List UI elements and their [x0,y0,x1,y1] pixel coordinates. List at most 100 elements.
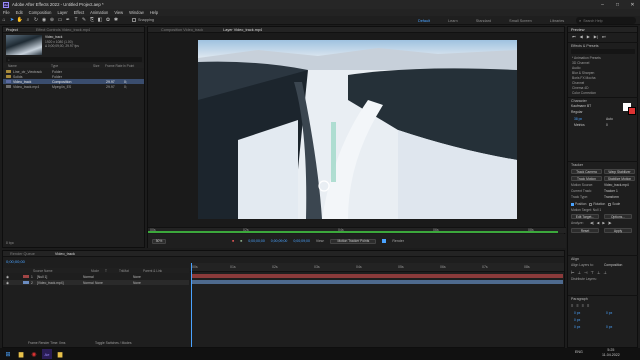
options-button[interactable]: Options... [604,214,632,219]
bit-depth[interactable]: 8 bpc [6,241,14,245]
work-area-bar[interactable] [148,231,558,233]
rotate-tool-icon[interactable]: ↻ [32,17,40,24]
effects-item[interactable]: Blur & Sharpen [572,71,594,75]
apply-button[interactable]: Apply [604,228,632,233]
effects-item[interactable]: 3D Channel [572,61,589,65]
puppet-tool-icon[interactable]: ✱ [112,17,120,24]
menu-composition[interactable]: Composition [29,10,52,15]
scale-checkbox[interactable] [608,202,612,206]
tab-render-queue[interactable]: Render Queue [10,252,35,256]
menu-layer[interactable]: Layer [57,10,67,15]
analyze-back-icon[interactable]: ◀| [590,221,594,225]
color-swatch-icon[interactable]: ■ [232,239,234,243]
menu-file[interactable]: File [3,10,10,15]
layer-bar-null[interactable] [191,274,563,278]
after-effects-taskbar-icon[interactable]: Ae [42,349,52,359]
table-row[interactable]: ◉ 2 [Video_track.mp4] Normal None None [3,280,189,285]
effects-item[interactable]: Color Correction [572,91,596,95]
effects-item[interactable]: Audio [572,66,580,70]
tracking[interactable]: 0 [606,123,608,127]
para-space-before[interactable]: 0 px [574,325,580,329]
visibility-icon[interactable]: ◉ [3,281,23,285]
eraser-tool-icon[interactable]: ◧ [96,17,104,24]
layer-trkmat[interactable]: None [95,281,119,285]
align-to-select[interactable]: Composition [604,263,622,267]
analyze-next-icon[interactable]: |▶ [608,221,612,225]
para-first-line[interactable]: 0 px [574,318,580,322]
prev-frame-icon[interactable]: ◀ [580,34,583,39]
col-name[interactable]: Name [3,64,51,68]
col-mode[interactable]: Mode [61,269,99,273]
close-icon[interactable]: ✕ [625,0,640,9]
col-parent[interactable]: Parent & Link [127,269,162,273]
layer-bar-video[interactable] [191,280,563,284]
para-indent-left[interactable]: 0 px [574,311,580,315]
tab-project[interactable]: Project [6,28,18,32]
align-vcenter-icon[interactable]: ⊥ [597,270,600,275]
next-frame-icon[interactable]: ▶| [594,34,598,39]
align-header[interactable]: Align [568,255,638,261]
timecode-in[interactable]: 0;00;00;00 [248,239,265,243]
layer-parent[interactable]: None [119,281,141,285]
para-indent-right[interactable]: 0 px [606,311,612,315]
reset-button[interactable]: Reset [571,228,599,233]
col-source-name[interactable]: Source Name [3,269,61,273]
layer-mode[interactable]: Normal [73,275,95,279]
timecode-out[interactable]: 0;00;09;00 [271,239,288,243]
first-frame-icon[interactable]: ⏮ [572,34,576,39]
stabilize-motion-button[interactable]: Stabilize Motion [604,176,635,181]
roto-tool-icon[interactable]: ✿ [104,17,112,24]
motion-source-select[interactable]: Video_track.mp4 [604,183,629,187]
view-select[interactable]: Motion Tracker Points [330,238,377,244]
effects-search-input[interactable] [571,49,635,54]
duration[interactable]: 0;00;09;00 [293,239,310,243]
type-tool-icon[interactable]: T [72,17,80,24]
para-justify-icon[interactable]: ≡ [587,303,589,308]
current-track-select[interactable]: Tracker 1 [604,189,618,193]
layer-parent[interactable]: None [119,275,141,279]
help-search[interactable]: ⌕ Search Help [576,17,636,24]
timeline-ruler[interactable]: 00s 01s 02s 03s 04s 05s 06s 07s 08s [190,263,564,272]
viewer-time-ruler[interactable]: 00s 02s 04s 06s 08s [148,227,566,233]
hand-tool-icon[interactable]: ✋ [16,17,24,24]
pen-tool-icon[interactable]: ✒ [64,17,72,24]
visibility-icon[interactable]: ◉ [3,275,23,279]
analyze-backward-icon[interactable]: ◀ [597,221,600,225]
track-motion-button[interactable]: Track Motion [571,176,602,181]
toggle-switches-modes[interactable]: Toggle Switches / Modes [95,341,131,345]
font-size[interactable]: 38 px [574,117,582,121]
position-checkbox[interactable] [571,202,574,206]
col-trkmat[interactable]: TrkMat [105,269,129,273]
selection-tool-icon[interactable]: ➤ [8,17,16,24]
tracker-header[interactable]: Tracker [568,161,638,167]
col-frame-rate[interactable]: Frame Rate [105,64,123,68]
playhead[interactable] [191,263,192,347]
workspace-libraries[interactable]: Libraries [550,19,565,23]
stroke-color-swatch[interactable] [628,107,636,115]
clock[interactable]: 5:25 11.04.2022 [602,348,620,358]
align-hcenter-icon[interactable]: ⊥ [577,270,580,275]
label-color[interactable] [23,281,29,284]
track-camera-button[interactable]: Track Camera [571,169,602,174]
render-checkbox[interactable] [382,239,387,243]
table-row[interactable]: ◉ 1 [Null 1] Normal None [3,274,189,279]
menu-view[interactable]: View [114,10,123,15]
effects-header[interactable]: Effects & Presets [568,42,638,48]
effects-item[interactable]: Cinema 4D [572,86,589,90]
para-space-after[interactable]: 0 px [606,325,612,329]
layer-name[interactable]: [Null 1] [37,275,73,279]
col-size[interactable]: Size [93,64,105,68]
align-top-icon[interactable]: ⊤ [590,270,593,275]
kerning[interactable]: Metrics [574,123,585,127]
effects-item[interactable]: Channel [572,81,584,85]
warp-stabilizer-button[interactable]: Warp Stabilizer [604,169,635,174]
label-color[interactable] [23,275,29,278]
language-indicator[interactable]: ENG [575,350,583,354]
play-icon[interactable]: ▶ [587,34,590,39]
menu-effect[interactable]: Effect [74,10,84,15]
layer-name[interactable]: [Video_track.mp4] [37,281,73,285]
last-frame-icon[interactable]: ⏭ [602,34,606,39]
maximize-icon[interactable]: □ [610,0,625,9]
tab-effect-controls[interactable]: Effect Controls Video_track.mp4 [36,28,90,32]
menu-edit[interactable]: Edit [16,10,23,15]
